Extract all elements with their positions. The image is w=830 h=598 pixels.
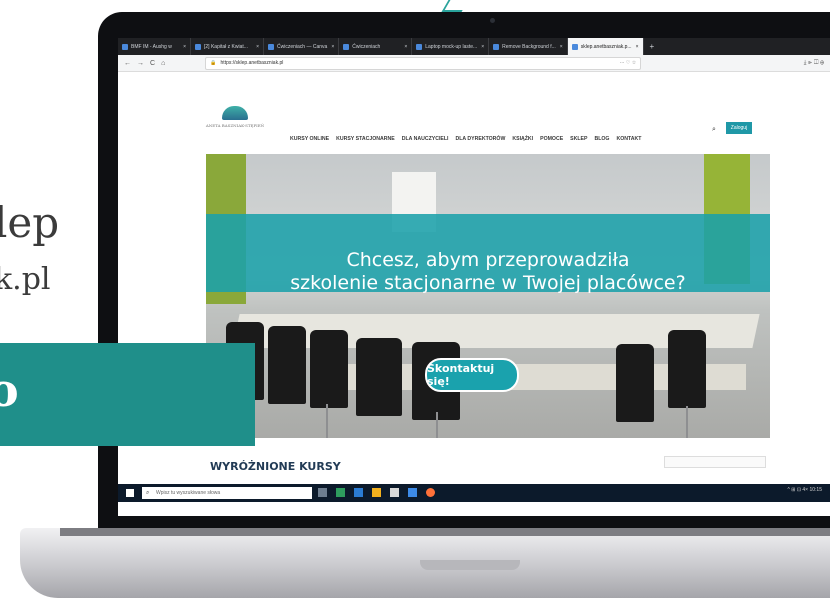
browser-tab[interactable]: Laptop mock-up laste... × <box>412 38 490 55</box>
menu-item-dla-nauczycieli[interactable]: DLA NAUCZYCIELI <box>402 136 449 142</box>
login-button[interactable]: Zaloguj <box>726 122 752 134</box>
promo-teal-box: o <box>0 343 255 446</box>
tab-label: [2] Kapitał z Kwiat... <box>204 43 248 50</box>
laptop-notch <box>420 560 520 570</box>
contact-button[interactable]: Skontaktuj się! <box>425 358 519 392</box>
windows-taskbar: ⌕ Wpisz tu wyszukiwane słowa ^ ⊞ ⊡ 4× 10… <box>118 484 830 502</box>
tab-favicon-icon <box>195 43 201 50</box>
address-bar[interactable]: 🔒 https://sklep.anetbaszniak.pl ··· ♡ ☆ <box>205 56 642 70</box>
file-explorer-icon[interactable] <box>372 488 381 497</box>
hero-banner: Chcesz, abym przeprowadziła szkolenie st… <box>206 214 770 294</box>
taskbar-search-input[interactable]: ⌕ Wpisz tu wyszukiwane słowa <box>142 487 312 499</box>
browser-tab-bar: BMF IM - Aushg w × [2] Kapitał z Kwiat...… <box>118 38 830 55</box>
site-logo[interactable]: ANETA BASZNIAK-STĘPIEŃ <box>200 106 270 128</box>
menu-item-kursy-stacjonarne[interactable]: KURSY STACJONARNE <box>336 136 395 142</box>
site-header: ANETA BASZNIAK-STĘPIEŃ KURSY ONLINE KURS… <box>118 72 830 158</box>
close-icon[interactable]: × <box>179 44 186 50</box>
hero-image <box>206 154 770 438</box>
menu-item-sklep[interactable]: SKLEP <box>570 136 587 142</box>
tab-favicon-icon <box>122 43 128 50</box>
hero-chair-leg <box>326 404 328 438</box>
browser-tab-active[interactable]: sklep.anetbaszniak.p... × <box>567 38 644 55</box>
search-icon[interactable]: ⌕ <box>712 126 716 134</box>
close-icon[interactable]: × <box>477 44 484 50</box>
tab-label: Ćwiczeniach — Canva <box>277 43 328 50</box>
close-icon[interactable]: × <box>400 44 407 50</box>
tab-favicon-icon <box>343 43 350 50</box>
tab-favicon-icon <box>416 43 423 50</box>
new-tab-button[interactable]: + <box>644 38 661 55</box>
menu-item-kursy-online[interactable]: KURSY ONLINE <box>290 136 329 142</box>
promo-box-glyph: o <box>0 363 19 417</box>
tab-label: sklep.anetbaszniak.p... <box>580 43 632 50</box>
close-icon[interactable]: × <box>632 44 639 50</box>
sidebar-box <box>664 456 766 468</box>
tab-label: BMF IM - Aushg w <box>131 43 172 50</box>
home-icon[interactable]: ⌂ <box>161 60 165 67</box>
task-view-icon[interactable] <box>318 488 327 497</box>
menu-item-dla-dyrektorow[interactable]: DLA DYREKTORÓW <box>456 136 506 142</box>
windows-start-icon[interactable] <box>126 489 134 497</box>
promo-line-2: k.pl <box>0 262 51 297</box>
hero-chair <box>616 344 654 422</box>
menu-item-blog[interactable]: BLOG <box>594 136 609 142</box>
tab-label: Laptop mock-up laste... <box>425 43 478 50</box>
camera-icon <box>490 18 495 23</box>
logo-name: ANETA BASZNIAK-STĘPIEŃ <box>205 123 265 128</box>
store-icon[interactable] <box>390 488 399 497</box>
close-icon[interactable]: × <box>327 44 334 50</box>
browser-tab[interactable]: BMF IM - Aushg w × <box>118 38 191 55</box>
close-icon[interactable]: × <box>556 44 563 50</box>
page-actions[interactable]: ··· ♡ ☆ <box>620 60 637 66</box>
taskbar-apps <box>318 488 435 497</box>
banner-line-1: Chcesz, abym przeprowadziła <box>346 249 630 271</box>
main-menu: KURSY ONLINE KURSY STACJONARNE DLA NAUCZ… <box>290 136 641 142</box>
app-icon[interactable] <box>336 488 345 497</box>
taskbar-search-placeholder: Wpisz tu wyszukiwane słowa <box>156 490 221 496</box>
address-url: https://sklep.anetbaszniak.pl <box>220 60 284 66</box>
reload-icon[interactable]: C <box>150 60 155 67</box>
banner-line-2: szkolenie stacjonarne w Twojej placówce? <box>290 272 686 294</box>
menu-item-pomoce[interactable]: POMOCE <box>540 136 563 142</box>
browser-tab[interactable]: Ćwiczeniach — Canva × <box>264 38 340 55</box>
search-icon: ⌕ <box>146 489 150 496</box>
decorative-chevron <box>441 0 469 12</box>
tab-favicon-icon <box>571 43 578 50</box>
hero-chair-leg <box>436 412 438 438</box>
system-tray[interactable]: ^ ⊞ ⊡ 4× 10:15 <box>788 487 823 493</box>
promo-line-1: lep <box>0 198 60 247</box>
lock-icon: 🔒 <box>210 60 217 66</box>
back-icon[interactable]: ← <box>124 60 131 67</box>
hero-chair <box>310 330 348 408</box>
browser-tab[interactable]: Ćwiczeniach × <box>339 38 413 55</box>
hero-chair <box>268 326 306 404</box>
menu-item-kontakt[interactable]: KONTAKT <box>616 136 641 142</box>
browser-tab[interactable]: Remove Background f... × <box>489 38 568 55</box>
hero-chair <box>356 338 402 416</box>
section-title: WYRÓŻNIONE KURSY <box>210 460 341 473</box>
hero-chair-leg <box>686 406 688 438</box>
browser-tab[interactable]: [2] Kapitał z Kwiat... × <box>191 38 264 55</box>
tab-favicon-icon <box>268 43 274 50</box>
logo-mark-icon <box>222 106 248 120</box>
hero-chair <box>668 330 706 408</box>
tab-label: Ćwiczeniach <box>352 43 381 50</box>
menu-item-ksiazki[interactable]: KSIĄŻKI <box>512 136 533 142</box>
laptop-hinge <box>60 528 830 536</box>
browser-nav-bar: ← → C ⌂ 🔒 https://sklep.anetbaszniak.pl … <box>118 55 830 72</box>
close-icon[interactable]: × <box>252 44 259 50</box>
toolbar-icons[interactable]: ⤓ ⊪ ◫ ⊕ <box>804 60 824 67</box>
firefox-icon[interactable] <box>426 488 435 497</box>
tab-favicon-icon <box>493 43 500 50</box>
tab-label: Remove Background f... <box>502 43 556 50</box>
forward-icon[interactable]: → <box>137 60 144 67</box>
mail-icon[interactable] <box>408 488 417 497</box>
edge-icon[interactable] <box>354 488 363 497</box>
